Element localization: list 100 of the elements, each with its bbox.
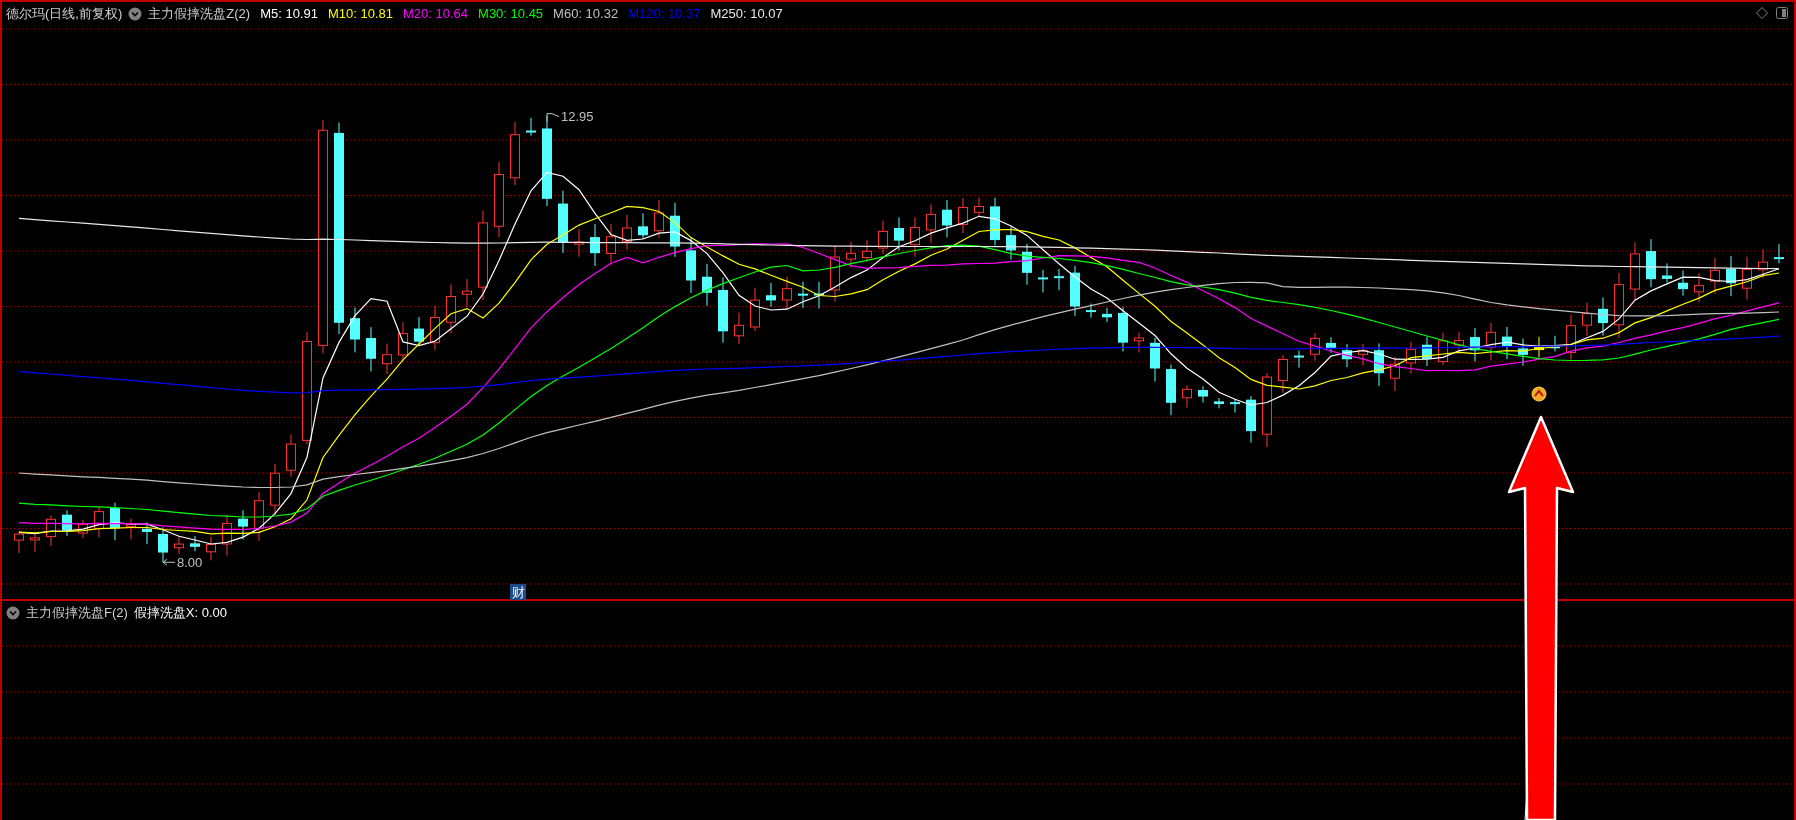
- candlestick: [830, 244, 840, 303]
- candlestick: [1198, 385, 1208, 404]
- candlestick: [1566, 314, 1576, 361]
- candlestick: [398, 321, 408, 363]
- candlestick: [1438, 332, 1448, 366]
- candlestick: [1710, 257, 1720, 295]
- leader-line: [546, 113, 560, 123]
- candlestick: [430, 305, 440, 351]
- candlestick: [782, 276, 792, 311]
- indicator-name: 主力假摔洗盘F(2): [26, 604, 128, 622]
- candlestick: [1454, 331, 1464, 353]
- candlestick: [190, 535, 200, 552]
- candlestick: [1166, 364, 1176, 416]
- moving-average-value: M5: 10.91: [260, 5, 318, 23]
- candlestick: [734, 312, 744, 345]
- candlestick: [1022, 243, 1032, 286]
- candlestick: [670, 202, 680, 258]
- candlestick: [286, 434, 296, 478]
- candlestick: [846, 241, 856, 269]
- indicator-readout: 假摔洗盘X: 0.00: [133, 604, 228, 622]
- candlestick: [1470, 327, 1480, 362]
- candlestick: [1486, 322, 1496, 361]
- low-price-label: 8.00: [177, 555, 203, 571]
- candlestick: [1278, 354, 1288, 394]
- candlestick: [62, 509, 72, 537]
- candlestick: [814, 281, 824, 309]
- arrow-icon: [1507, 415, 1575, 820]
- candlestick: [942, 199, 952, 238]
- candlestick: [1054, 268, 1064, 291]
- candlestick: [1118, 306, 1128, 352]
- candlestick: [798, 281, 808, 309]
- leader-line: [162, 558, 176, 566]
- candlestick: [910, 216, 920, 258]
- candlestick: [1182, 384, 1192, 409]
- candlestick: [1086, 303, 1096, 319]
- candlestick: [1342, 343, 1352, 368]
- candlestick: [1726, 255, 1736, 297]
- candlestick: [174, 536, 184, 555]
- candlestick: [14, 530, 24, 554]
- candlestick: [350, 307, 360, 353]
- dropdown-icon[interactable]: [128, 7, 143, 21]
- candlestick: [254, 491, 264, 542]
- candlestick: [1582, 302, 1592, 337]
- candlestick: [638, 212, 648, 240]
- candlestick: [1662, 262, 1672, 284]
- candlestick: [862, 239, 872, 263]
- panel-toggle-icon[interactable]: [1776, 7, 1788, 19]
- candlestick: [1742, 256, 1752, 301]
- candlestick: [78, 519, 88, 539]
- candlestick: [590, 223, 600, 267]
- candlestick: [414, 316, 424, 346]
- candlestick: [958, 197, 968, 234]
- candlestick: [1518, 338, 1528, 367]
- candlestick: [1294, 350, 1304, 369]
- candlestick: [1214, 397, 1224, 409]
- moving-average-value: M60: 10.32: [553, 5, 619, 23]
- candlestick: [510, 121, 520, 186]
- candlestick: [1150, 337, 1160, 382]
- indicator-name: 主力假摔洗盘Z(2): [148, 5, 251, 23]
- candlestick: [1774, 243, 1784, 264]
- candlestick: [142, 522, 152, 545]
- candlestick: [158, 526, 168, 563]
- candlestick: [1534, 336, 1544, 358]
- candlestick: [30, 533, 40, 553]
- candlestick: [94, 506, 104, 538]
- candlestick: [462, 278, 472, 308]
- candlestick: [222, 514, 232, 557]
- event-marker[interactable]: 财: [510, 584, 526, 600]
- candlestick: [1038, 269, 1048, 293]
- candlestick: [926, 203, 936, 244]
- candlestick: [1422, 336, 1432, 367]
- dropdown-icon[interactable]: [6, 606, 20, 620]
- candlestick: [1310, 332, 1320, 362]
- candlestick: [1598, 297, 1608, 337]
- candlestick: [1070, 265, 1080, 317]
- candlestick: [1758, 248, 1768, 279]
- moving-average-value: M20: 10.64: [403, 5, 469, 23]
- candlestick: [1502, 326, 1512, 360]
- candlestick: [1134, 332, 1144, 354]
- candlestick: [1246, 395, 1256, 444]
- high-price-label: 12.95: [561, 108, 594, 124]
- candlestick: [46, 514, 56, 547]
- candlestick: [1230, 398, 1240, 414]
- candlestick: [750, 287, 760, 332]
- candlestick: [622, 214, 632, 250]
- candlestick: [574, 228, 584, 258]
- candlestick: [526, 117, 536, 137]
- moving-average-value: M30: 10.45: [478, 5, 544, 23]
- candlestick: [1614, 272, 1624, 339]
- candlestick: [110, 502, 120, 541]
- candlestick: [382, 343, 392, 375]
- candlestick: [1646, 238, 1656, 288]
- candlestick: [126, 518, 136, 540]
- candlestick: [1678, 269, 1688, 297]
- candlestick: [606, 223, 616, 266]
- stock-title: 德尔玛(日线,前复权): [6, 5, 123, 23]
- candlestick: [718, 276, 728, 344]
- moving-average-value: M120: 10.37: [628, 5, 701, 23]
- candlestick: [366, 326, 376, 372]
- signal-coin-icon: [1531, 386, 1547, 402]
